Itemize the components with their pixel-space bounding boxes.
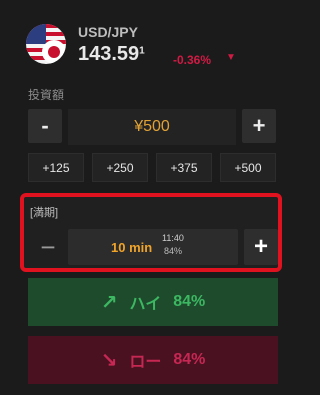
quick-amount-button[interactable]: +250 [92, 153, 148, 182]
high-button[interactable]: ↗ ハイ 84% [28, 278, 278, 326]
amount-input[interactable]: ¥500 [68, 109, 236, 145]
decrease-expiry-button[interactable]: − [30, 230, 66, 264]
price-change: -0.36% [173, 53, 212, 67]
asset-price: 143.591 [78, 43, 145, 66]
expiry-panel: [満期] − 10 min 11:40 84% + [20, 193, 282, 272]
quick-amount-button[interactable]: +375 [156, 153, 212, 182]
price-main: 143.59 [78, 43, 140, 65]
expiry-time: 11:40 [162, 233, 184, 243]
high-payout: 84% [173, 293, 206, 310]
low-payout: 84% [173, 351, 206, 368]
price-superscript: 1 [139, 45, 145, 57]
asset-pair: USD/JPY [78, 24, 138, 40]
increase-expiry-button[interactable]: + [244, 229, 278, 265]
asset-header: USD/JPY 143.591 -0.36% ▼ [26, 18, 286, 68]
quick-amount-button[interactable]: +500 [220, 153, 276, 182]
us-flag-icon [26, 24, 66, 64]
change-caret-icon: ▼ [226, 52, 236, 63]
decrease-amount-button[interactable]: - [28, 109, 62, 143]
arrow-up-right-icon: ↗ [100, 291, 118, 314]
expiry-payout: 84% [164, 246, 183, 256]
arrow-down-right-icon: ↘ [100, 349, 118, 372]
low-button[interactable]: ↘ ロー 84% [28, 336, 278, 384]
expiry-label: [満期] [30, 207, 59, 219]
quick-amount-button[interactable]: +125 [28, 153, 84, 182]
expiry-selector[interactable]: 10 min 11:40 84% [68, 229, 238, 265]
low-label: ロー [129, 354, 162, 371]
expiry-duration: 10 min [111, 240, 153, 255]
increase-amount-button[interactable]: + [242, 109, 276, 143]
high-label: ハイ [129, 296, 162, 313]
investment-label: 投資額 [28, 88, 65, 102]
